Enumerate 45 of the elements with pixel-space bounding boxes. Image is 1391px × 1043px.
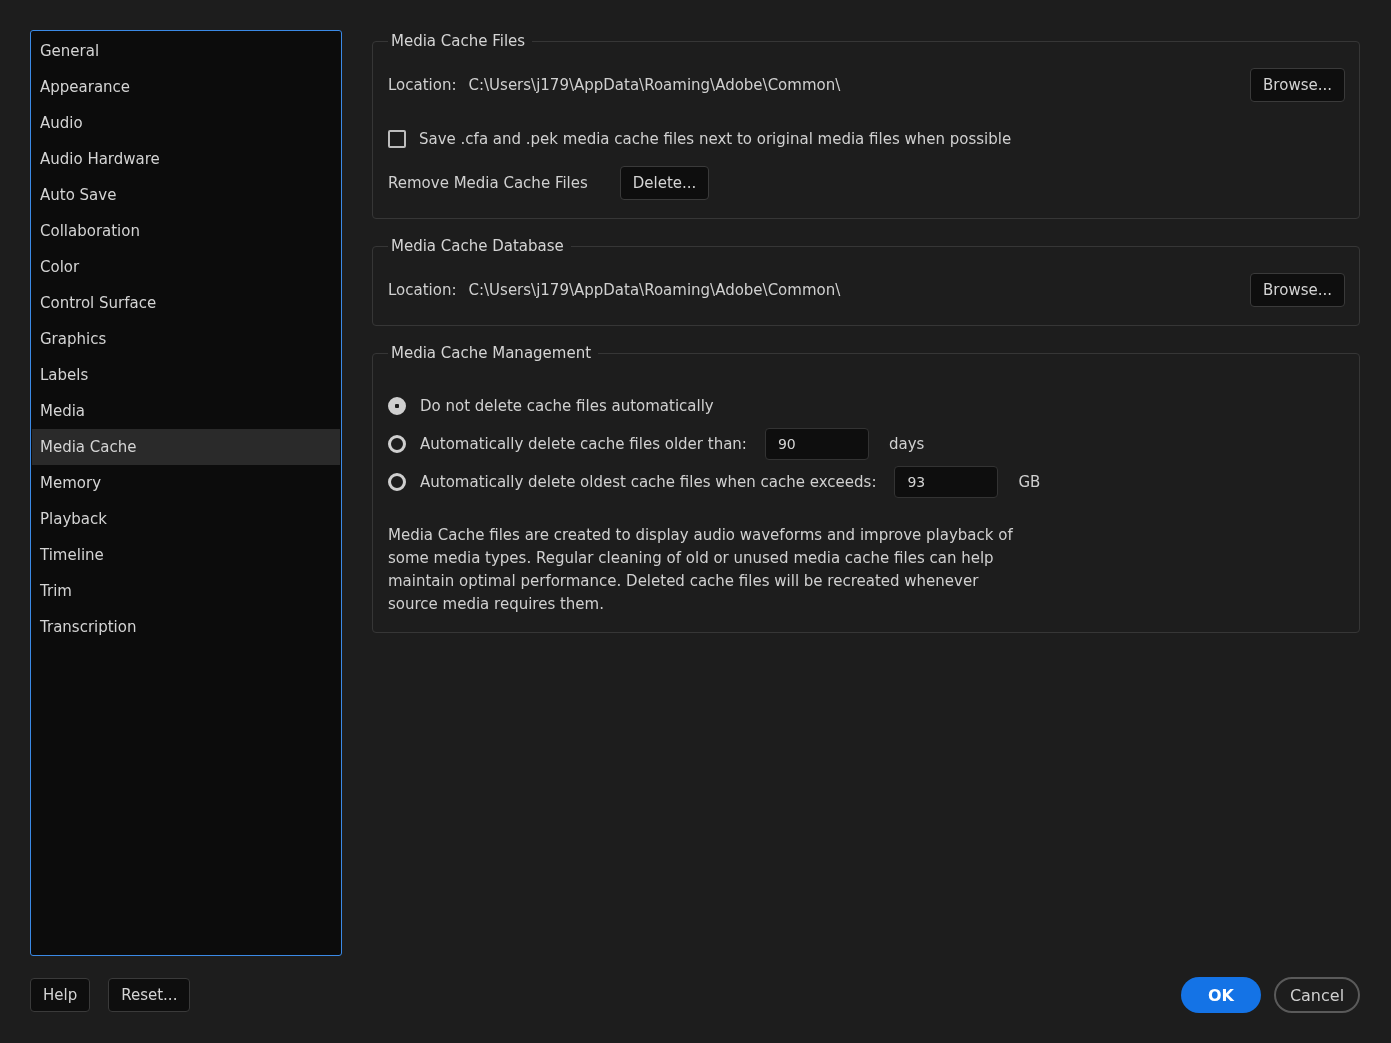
group-title: Media Cache Management	[390, 344, 593, 362]
description-text: Media Cache files are created to display audio waveforms and improve playback of some media types. Regular cleaning of old or unused media cache files can help maintain optimal performance. Deleted cache files will be recreated whenever source media requires them.	[388, 525, 1014, 615]
number-field[interactable]: 93	[894, 466, 999, 498]
category-item[interactable]: Audio Hardware	[32, 141, 340, 177]
number-field[interactable]: 90	[764, 428, 869, 460]
category-item[interactable]: Auto Save	[32, 177, 340, 213]
help-button[interactable]: Help	[30, 978, 91, 1012]
checkbox-label: Save .cfa and .pek media cache files next to original media files when possible	[419, 130, 1012, 148]
radio-button[interactable]	[388, 473, 406, 491]
cancel-button[interactable]: Cancel	[1274, 977, 1360, 1013]
unit-label: GB	[1018, 473, 1041, 491]
option-label: Automatically delete cache files older than:	[420, 435, 747, 453]
category-item[interactable]: Labels	[32, 357, 340, 393]
location-label: Location:	[388, 281, 457, 299]
category-item[interactable]: Control Surface	[32, 285, 340, 321]
location-path: C:\Users\j179\AppData\Roaming\Adobe\Common\	[468, 281, 841, 299]
category-item[interactable]: Collaboration	[32, 213, 340, 249]
location-path: C:\Users\j179\AppData\Roaming\Adobe\Common\	[468, 76, 841, 94]
category-item[interactable]: Color	[32, 249, 340, 285]
unit-label: days	[888, 435, 925, 453]
location-label: Location:	[388, 76, 457, 94]
category-item[interactable]: General	[32, 33, 340, 69]
category-item[interactable]: Trim	[32, 573, 340, 609]
group-title: Media Cache Files	[390, 32, 527, 50]
category-item[interactable]: Media	[32, 393, 340, 429]
option-label: Do not delete cache files automatically	[420, 397, 714, 415]
category-item[interactable]: Graphics	[32, 321, 340, 357]
reset-button[interactable]: Reset...	[108, 978, 191, 1012]
remove-label: Remove Media Cache Files	[388, 174, 588, 192]
category-item[interactable]: Audio	[32, 105, 340, 141]
category-item[interactable]: Media Cache	[32, 429, 340, 465]
delete-button[interactable]: Delete...	[619, 166, 710, 200]
category-item[interactable]: Memory	[32, 465, 340, 501]
category-item[interactable]: Playback	[32, 501, 340, 537]
browse-button[interactable]: Browse...	[1250, 273, 1345, 307]
group-title: Media Cache Database	[390, 237, 565, 255]
radio-button[interactable]	[388, 435, 406, 453]
category-item[interactable]: Transcription	[32, 609, 340, 645]
ok-button[interactable]: OK	[1181, 977, 1261, 1013]
option-label: Automatically delete oldest cache files when cache exceeds:	[420, 473, 877, 491]
radio-button[interactable]	[388, 397, 406, 415]
browse-button[interactable]: Browse...	[1250, 68, 1345, 102]
category-item[interactable]: Timeline	[32, 537, 340, 573]
checkbox[interactable]	[388, 130, 406, 148]
category-item[interactable]: Appearance	[32, 69, 340, 105]
